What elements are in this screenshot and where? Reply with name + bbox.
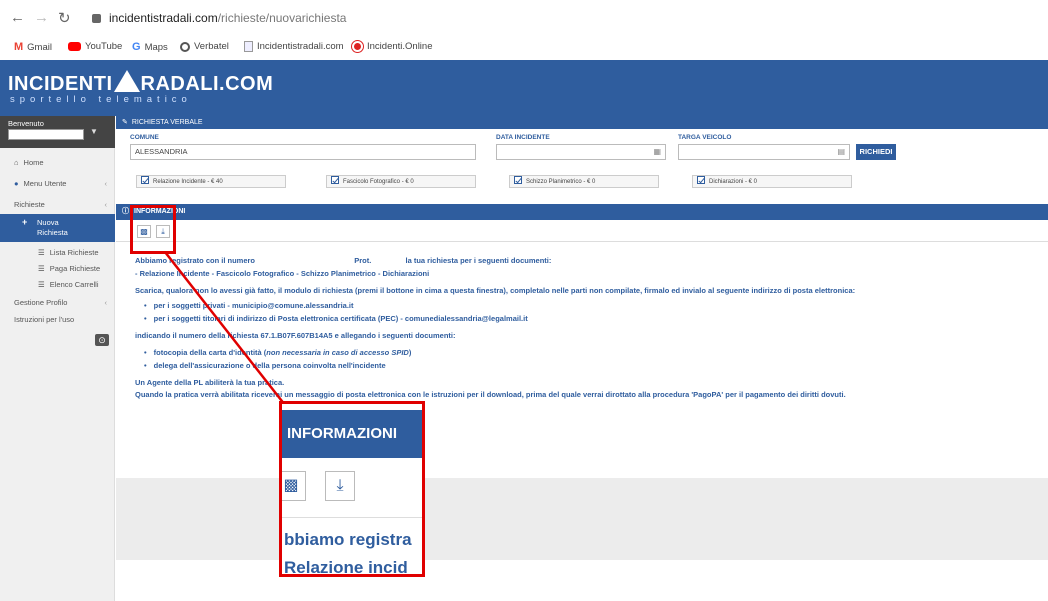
- url-domain: incidentistradali.com: [109, 11, 218, 25]
- site-logo[interactable]: INCIDENTI RADALI.COM: [8, 70, 273, 96]
- info-toolbar: ▩ ⤓: [116, 220, 1048, 242]
- url-path: /richieste/nuovarichiesta: [217, 11, 347, 25]
- main-content: ✎ RICHIESTA VERBALE COMUNE ALESSANDRIA DA…: [116, 116, 1048, 601]
- sidebar-item-menu-utente[interactable]: ● Menu Utente ‹: [0, 179, 115, 188]
- info-bullet-pec: per i soggetti titolari di indirizzo di …: [144, 314, 528, 323]
- user-select[interactable]: [8, 129, 84, 140]
- sidebar-item-elenco-carrelli[interactable]: ☰ Elenco Carrelli: [0, 280, 115, 289]
- bookmark-verbatel[interactable]: Verbatel: [180, 41, 229, 52]
- chevron-icon: ‹: [104, 298, 108, 307]
- plus-icon: +: [22, 217, 28, 227]
- chevron-icon: ‹: [104, 179, 108, 188]
- doc-icon: [244, 41, 253, 52]
- list-icon: ☰: [38, 280, 45, 289]
- doc-dichiarazioni[interactable]: Dichiarazioni - € 0: [692, 175, 852, 188]
- home-icon: ⌂: [14, 158, 19, 167]
- sidebar: Benvenuto ▼ ⌂ Home ● Menu Utente ‹ Richiest…: [0, 116, 115, 601]
- richiedi-button[interactable]: RICHIEDI: [856, 144, 896, 160]
- data-incidente-field[interactable]: ▦: [496, 144, 666, 160]
- bookmark-gmail[interactable]: M Gmail: [14, 41, 52, 53]
- info-line-3: Scarica, qualora non lo avessi già fatto…: [135, 286, 856, 295]
- forward-icon[interactable]: →: [34, 9, 49, 26]
- list-icon: ☰: [38, 264, 45, 273]
- bookmarks-bar: M Gmail YouTube G Maps Verbatel Incidentis…: [0, 38, 1048, 58]
- sidebar-item-istruzioni[interactable]: Istruzioni per l'uso: [0, 315, 115, 324]
- lock-icon: [92, 14, 101, 23]
- gmail-icon: M: [14, 41, 24, 53]
- doc-relazione[interactable]: Relazione Incidente - € 40: [136, 175, 286, 188]
- sidebar-item-home[interactable]: ⌂ Home: [0, 158, 115, 167]
- collapse-sidebar-icon[interactable]: ⊙: [95, 334, 109, 346]
- checkbox-checked-icon[interactable]: [331, 176, 339, 184]
- site-header: INCIDENTI RADALI.COM sportello telematico: [0, 60, 1048, 116]
- callout-highlight: [130, 205, 176, 254]
- back-icon[interactable]: ←: [10, 9, 25, 26]
- cone-icon: [113, 70, 140, 92]
- info-icon: ⓘ: [122, 208, 129, 215]
- sidebar-item-gestione-profilo[interactable]: Gestione Profilo ‹: [0, 298, 115, 307]
- list-icon: ☰: [38, 248, 45, 257]
- info-line-5: Un Agente della PL abiliterà la tua prat…: [135, 378, 285, 387]
- data-incidente-label: DATA INCIDENTE: [496, 134, 550, 141]
- youtube-icon: [68, 42, 81, 51]
- doc-fascicolo[interactable]: Fascicolo Fotografico - € 0: [326, 175, 476, 188]
- callout-zoom: INFORMAZIONI ▩ ⤓ bbiamo registra Relazio…: [279, 401, 425, 577]
- info-line-2: - Relazione Incidente - Fascicolo Fotogr…: [135, 269, 430, 278]
- address-bar[interactable]: incidentistradali.com/richieste/nuovaric…: [92, 8, 346, 28]
- comune-label: COMUNE: [130, 134, 159, 141]
- checkbox-checked-icon[interactable]: [514, 176, 522, 184]
- panel-title: ✎ RICHIESTA VERBALE: [116, 116, 1048, 129]
- zoom-toolbar: ▩ ⤓: [282, 458, 422, 518]
- info-panel-header: ⓘ INFORMAZIONI: [116, 204, 1048, 220]
- targa-field[interactable]: ▤: [678, 144, 850, 160]
- caret-down-icon[interactable]: ▼: [90, 127, 98, 136]
- browser-toolbar: ← → ↻ incidentistradali.com/richieste/nu…: [0, 0, 1048, 38]
- zoom-document-icon: ▩: [282, 471, 306, 501]
- edit-icon: ✎: [122, 119, 128, 126]
- bookmark-maps[interactable]: G Maps: [132, 41, 168, 53]
- site-subtitle: sportello telematico: [10, 94, 192, 105]
- info-bullet-privati: per i soggetti privati - municipio@comun…: [144, 301, 354, 310]
- verbatel-icon: [180, 41, 190, 52]
- zoom-download-icon: ⤓: [325, 471, 355, 501]
- comune-field[interactable]: ALESSANDRIA: [130, 144, 476, 160]
- user-icon: ●: [14, 179, 19, 188]
- sidebar-item-nuova-richiesta[interactable]: + Nuova Richiesta: [0, 214, 115, 242]
- bookmark-incidentistradali[interactable]: Incidentistradali.com: [244, 41, 344, 52]
- bookmark-incidenti-online[interactable]: Incidenti.Online: [352, 41, 432, 52]
- targa-label: TARGA VEICOLO: [678, 134, 732, 141]
- zoom-text-2: Relazione incid: [284, 558, 408, 577]
- incidenti-icon: [352, 41, 363, 52]
- reload-icon[interactable]: ↻: [58, 9, 71, 27]
- calendar-icon: ▦: [653, 147, 661, 156]
- welcome-label: Benvenuto: [8, 119, 44, 128]
- sidebar-item-lista-richieste[interactable]: ☰ Lista Richieste: [0, 248, 115, 257]
- info-line-4: indicando il numero della richiesta 67.1…: [135, 331, 456, 340]
- sidebar-item-paga-richieste[interactable]: ☰ Paga Richieste: [0, 264, 115, 273]
- car-icon: ▤: [837, 147, 845, 156]
- bookmark-youtube[interactable]: YouTube: [68, 41, 122, 52]
- checkbox-checked-icon[interactable]: [141, 176, 149, 184]
- maps-icon: G: [132, 41, 141, 53]
- info-bullet-fotocopia: fotocopia della carta d'identità (non ne…: [144, 348, 412, 357]
- info-line-1: Abbiamo registrato con il numero Prot. l…: [135, 256, 552, 265]
- zoom-text-1: bbiamo registra: [284, 530, 412, 549]
- welcome-box: Benvenuto ▼: [0, 116, 115, 148]
- info-bullet-delega: delega dell'assicurazione o della person…: [144, 361, 386, 370]
- checkbox-checked-icon[interactable]: [697, 176, 705, 184]
- chevron-icon: ‹: [104, 200, 108, 209]
- sidebar-item-richieste[interactable]: Richieste ‹: [0, 200, 115, 209]
- footer-band: [116, 478, 1048, 560]
- doc-schizzo[interactable]: Schizzo Planimetrico - € 0: [509, 175, 659, 188]
- zoom-info-header: INFORMAZIONI: [282, 410, 422, 458]
- info-line-6: Quando la pratica verrà abilitata riceve…: [135, 390, 846, 399]
